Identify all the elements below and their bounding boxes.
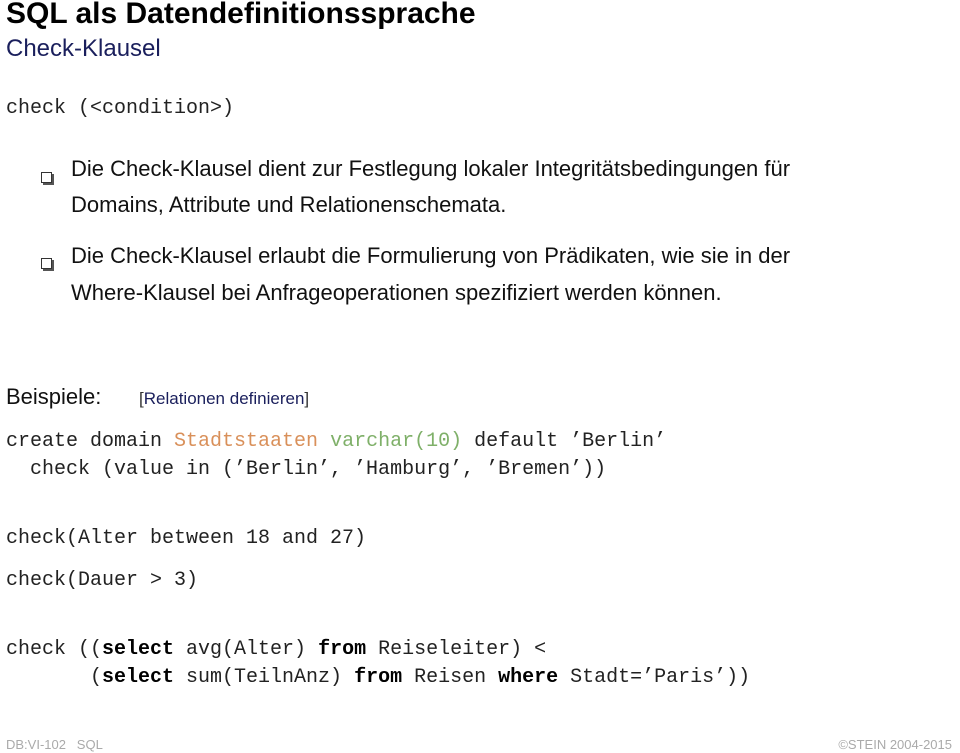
code-create-domain-line-1: create domain Stadtstaaten varchar(10) d… (6, 430, 666, 454)
page-title: SQL als Datendefinitionssprache (6, 0, 476, 30)
code-text: avg(Alter) (174, 638, 319, 661)
code-text: Reisen (402, 666, 499, 689)
code-create-domain-line-2: check (value in (’Berlin’, ’Hamburg’, ’B… (6, 458, 607, 481)
code-text: sum(TeilnAnz) (174, 666, 355, 689)
code-text: default ’Berlin’ (462, 430, 667, 453)
code-text: check (( (6, 638, 103, 661)
syntax-line: check (<condition>) (6, 97, 235, 120)
code-subquery-line-2: (select sum(TeilnAnz) from Reisen where … (6, 666, 750, 690)
bullet-2-line-2: Where-Klausel bei Anfrageoperationen spe… (71, 280, 722, 305)
keyword-select: select (102, 666, 175, 689)
code-text: ( (6, 666, 103, 689)
code-check-dauer: check(Dauer > 3) (6, 569, 199, 592)
bullet-1-line-1: Die Check-Klausel dient zur Festlegung l… (71, 156, 791, 181)
link-bracket-close: ] (304, 389, 310, 408)
keyword-select: select (102, 638, 175, 661)
bullet-icon (41, 172, 52, 183)
keyword-from: from (318, 638, 367, 661)
code-text: Reiseleiter) < (366, 638, 547, 661)
code-text: Stadt=’Paris’)) (558, 666, 751, 689)
bullet-2-line-1: Die Check-Klausel erlaubt die Formulieru… (71, 243, 791, 268)
bullet-icon (41, 258, 52, 269)
domain-type: varchar(10) (330, 430, 463, 453)
code-check-alter: check(Alter between 18 and 27) (6, 527, 367, 550)
domain-name: Stadtstaaten (174, 430, 319, 453)
code-subquery-line-1: check ((select avg(Alter) from Reiseleit… (6, 638, 546, 662)
bullet-1-line-2: Domains, Attribute und Relationenschemat… (71, 192, 507, 217)
code-text: create domain (6, 430, 175, 453)
page-subtitle: Check-Klausel (6, 35, 161, 62)
keyword-from: from (354, 666, 403, 689)
examples-label: Beispiele: (6, 384, 102, 409)
keyword-where: where (498, 666, 559, 689)
link-text[interactable]: Relationen definieren (144, 389, 305, 408)
relationen-definieren-link[interactable]: [Relationen definieren] (138, 388, 310, 410)
